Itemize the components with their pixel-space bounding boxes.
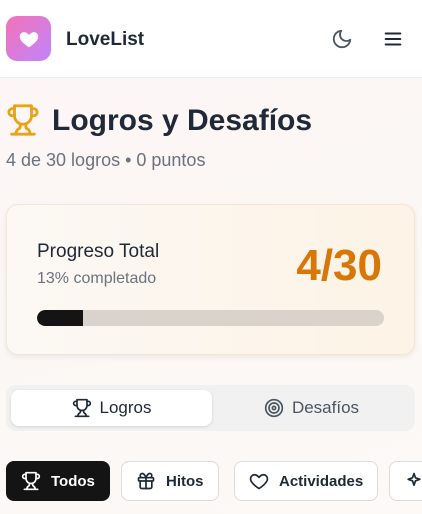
app-title: LoveList	[66, 29, 145, 50]
app-header: LoveList	[0, 0, 422, 78]
tab-label: Desafíos	[291, 398, 360, 417]
heart-icon	[19, 31, 38, 47]
theme-toggle-button[interactable]	[331, 28, 353, 50]
page-title: Logros y Desafíos	[52, 104, 313, 137]
app-logo[interactable]	[6, 16, 51, 61]
filter-hitos[interactable]: Hitos	[121, 461, 219, 501]
filter-more[interactable]	[389, 461, 422, 501]
trophy-icon	[7, 104, 39, 136]
progress-bar	[37, 310, 384, 326]
moon-icon	[332, 29, 352, 49]
tab-desafios[interactable]: Desafíos	[211, 390, 412, 426]
gift-icon	[137, 472, 155, 490]
heart-icon	[249, 473, 269, 490]
sparkles-icon	[407, 472, 421, 486]
progress-card: Progreso Total 13% completado 4/30	[6, 204, 415, 355]
progress-percentage: 13% completado	[37, 270, 157, 287]
progress-title: Progreso Total	[37, 241, 160, 262]
filter-label: Todos	[51, 472, 95, 490]
menu-icon	[384, 32, 402, 46]
filter-todos[interactable]: Todos	[6, 461, 110, 501]
trophy-icon	[72, 398, 91, 418]
progress-bar-fill	[37, 310, 84, 326]
filter-label: Hitos	[166, 472, 204, 490]
target-icon	[264, 398, 284, 418]
trophy-icon	[21, 471, 41, 491]
category-filters: Todos Hitos Actividades	[6, 461, 422, 501]
tab-switcher: Logros Desafíos	[6, 385, 415, 431]
tab-label: Logros	[99, 398, 152, 417]
progress-count: 4/30	[296, 241, 382, 290]
tab-logros[interactable]: Logros	[11, 390, 212, 426]
filter-actividades[interactable]: Actividades	[234, 461, 379, 501]
menu-button[interactable]	[382, 28, 404, 50]
filter-label: Actividades	[279, 472, 364, 490]
page-subtitle: 4 de 30 logros • 0 puntos	[6, 150, 206, 170]
